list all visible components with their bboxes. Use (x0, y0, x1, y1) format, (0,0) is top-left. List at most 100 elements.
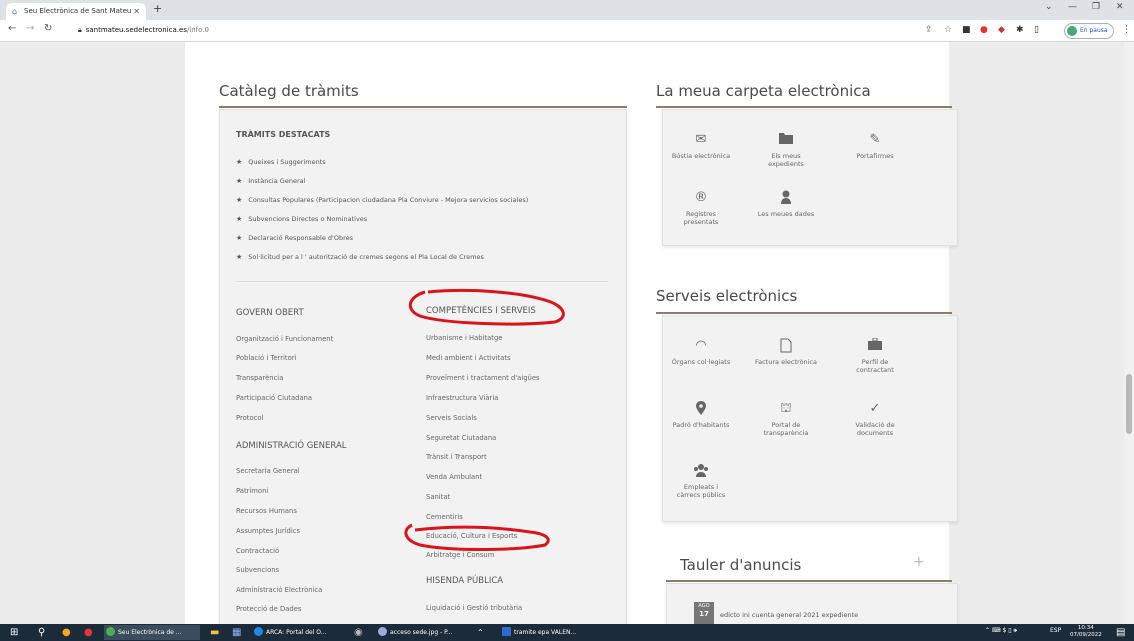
extensions-puzzle-icon[interactable]: ✱ (1016, 24, 1024, 36)
admin-item[interactable]: Secretaria General (236, 467, 300, 475)
admin-item[interactable]: Assumptes Jurídics (236, 527, 300, 535)
service-item-validacio[interactable]: ✓ Validació de documents (839, 401, 911, 437)
board-expand-icon[interactable]: + (913, 554, 925, 570)
browser-tab[interactable]: ⌂ Seu Electrònica de Sant Mateu ✕ (6, 3, 146, 20)
checkmark-icon: ✓ (869, 401, 881, 416)
menu-kebab-icon[interactable]: ⋮ (1122, 24, 1131, 36)
catalog-card: TRÀMITS DESTACATS ★ Queixes i Suggeriment… (219, 109, 627, 624)
taskbar-item-image[interactable]: acceso sede.jpg - P... (376, 625, 468, 640)
featured-item[interactable]: ★ Subvencions Directes o Nominatives (236, 215, 367, 223)
services-card: ◠ Òrgans col·legiats Factura electrònica… (662, 315, 958, 522)
new-tab-button[interactable]: + (153, 2, 162, 15)
service-item-perfil[interactable]: Perfil de contractant (839, 337, 911, 374)
service-item-empleats[interactable]: Empleats i càrrecs públics (665, 463, 737, 499)
competencies-item[interactable]: Urbanisme i Habitatge (426, 334, 502, 342)
service-item-transparencia[interactable]: ⛫ Portal de transparència (741, 401, 831, 437)
govern-item[interactable]: Transparència (236, 374, 283, 382)
taskbar-item-word[interactable]: tramite epa VALEN... (500, 625, 584, 640)
chevron-up-icon[interactable]: ⌃ (477, 626, 484, 639)
folder-item-expedients[interactable]: Els meus expedients (750, 132, 822, 168)
admin-item[interactable]: Administració Electrònica (236, 586, 322, 594)
folder-item-dades[interactable]: Les meues dades (750, 190, 822, 218)
url-field[interactable]: 🔒︎ santmateu.sedelectronica.es/info.0 (78, 23, 918, 38)
admin-item[interactable]: Protecció de Dades (236, 605, 301, 613)
app-icon[interactable]: ◉ (354, 626, 363, 639)
registered-icon: ® (694, 190, 708, 205)
competencies-item[interactable]: Arbitratge i Consum (426, 551, 494, 559)
featured-item[interactable]: ★ Consultas Populares (Participacion ciud… (236, 196, 528, 204)
announcement-link[interactable]: edicto ini cuenta general 2021 expedient… (720, 611, 858, 619)
side-panel-icon[interactable]: ▯ (1034, 24, 1039, 36)
competencies-item[interactable]: Medi ambient i Activitats (426, 354, 511, 362)
lock-icon: 🔒︎ (78, 26, 82, 34)
admin-item[interactable]: Subvencions (236, 566, 279, 574)
taskbar-item-browser[interactable]: Seu Electrònica de ... (104, 625, 200, 640)
board-title-underline (666, 580, 952, 582)
firefox-icon[interactable]: ● (62, 626, 71, 639)
extension-red-icon[interactable]: ● (980, 24, 988, 36)
avatar (1067, 26, 1077, 36)
hisenda-item[interactable]: Liquidació i Gestió tributària (426, 604, 522, 612)
close-tab-icon[interactable]: ✕ (133, 3, 140, 20)
close-window-button[interactable]: ✕ (1116, 2, 1124, 12)
forward-icon[interactable]: → (26, 23, 34, 34)
govern-item[interactable]: Protocol (236, 414, 263, 422)
calculator-icon[interactable]: ▦ (232, 626, 241, 639)
govern-item[interactable]: Organització i Funcionament (236, 335, 333, 343)
back-icon[interactable]: ← (8, 23, 16, 34)
reload-icon[interactable]: ↻ (44, 23, 52, 34)
bookmark-star-icon[interactable]: ☆ (944, 24, 952, 36)
competencies-item[interactable]: Venda Ambulant (426, 473, 482, 481)
competencies-item[interactable]: Educació, Cultura i Esports (426, 532, 517, 540)
extension-shield-icon[interactable]: ◆ (998, 24, 1005, 36)
service-item-organs[interactable]: ◠ Òrgans col·legiats (665, 338, 737, 366)
tab-search-icon[interactable]: ⌄ (1045, 2, 1053, 12)
url-path: /info.0 (186, 26, 209, 34)
admin-item[interactable]: Contractació (236, 547, 279, 555)
folder-card: ✉ Bústia electrònica Els meus expedients… (662, 109, 958, 246)
competencies-item[interactable]: Proveïment i tractament d'aigües (426, 374, 540, 382)
minimize-button[interactable]: — (1068, 2, 1077, 12)
system-tray-icons[interactable]: ⌃ ⌨ $ ▯ 🕪︎ (985, 627, 1017, 635)
competencies-item[interactable]: Sanitat (426, 493, 450, 501)
announcement-date-badge: AGO 17 (694, 602, 714, 624)
language-indicator[interactable]: ESP (1050, 627, 1061, 634)
govern-item[interactable]: Població i Territori (236, 354, 296, 362)
folder-item-registres[interactable]: ® Registres presentats (665, 190, 737, 226)
search-icon[interactable]: ⚲ (38, 626, 45, 639)
file-explorer-icon[interactable]: ▬ (210, 626, 219, 639)
admin-item[interactable]: Recursos Humans (236, 507, 297, 515)
competencies-item[interactable]: Cementiris (426, 513, 463, 521)
tab-title: Seu Electrònica de Sant Mateu (24, 7, 132, 15)
extension-icon[interactable]: ■ (962, 24, 971, 36)
service-item-factura[interactable]: Factura electrònica (741, 338, 831, 366)
page-content: Catàleg de tràmits TRÀMITS DESTACATS ★ Qu… (185, 42, 958, 624)
page-scrollbar[interactable] (1124, 42, 1134, 624)
featured-item[interactable]: ★ Queixes i Suggeriments (236, 158, 326, 166)
admin-item[interactable]: Patrimoni (236, 487, 268, 495)
restore-button[interactable]: ❐ (1092, 2, 1100, 12)
competencies-item[interactable]: Seguretat Ciutadana (426, 434, 496, 442)
folder-title: La meua carpeta electrònica (656, 82, 871, 100)
share-icon[interactable]: ⇪ (925, 24, 933, 36)
service-item-padro[interactable]: Padró d'habitants (665, 401, 737, 429)
notifications-icon[interactable]: ▤ (1116, 626, 1125, 639)
opera-icon[interactable]: ● (84, 626, 93, 639)
scrollbar-thumb[interactable] (1126, 374, 1132, 434)
star-icon: ★ (236, 196, 243, 204)
featured-item[interactable]: ★ Sol·licitud per a l ' autorització de c… (236, 253, 484, 261)
taskbar-item-arca[interactable]: ARCA: Portal del O... (252, 625, 344, 640)
profile-button[interactable]: En pausa (1064, 23, 1114, 39)
competencies-item[interactable]: Infraestructura Viària (426, 394, 498, 402)
folder-item-portafirmes[interactable]: ✎ Portafirmes (839, 132, 911, 160)
competencies-item[interactable]: Trànsit i Transport (426, 453, 487, 461)
os-taskbar: ⊞ ⚲ ● ● Seu Electrònica de ... ▬ ▦ ARCA:… (0, 624, 1134, 641)
competencies-item[interactable]: Serveis Socials (426, 414, 477, 422)
folder-item-bustia[interactable]: ✉ Bústia electrònica (665, 132, 737, 160)
govern-item[interactable]: Participació Ciutadana (236, 394, 312, 402)
windows-start-icon[interactable]: ⊞ (10, 626, 18, 639)
govern-obert-heading: GOVERN OBERT (236, 308, 304, 318)
system-clock[interactable]: 10:34 07/09/2022 (1070, 625, 1102, 639)
featured-item[interactable]: ★ Instància General (236, 177, 305, 185)
featured-item[interactable]: ★ Declaració Responsable d'Obres (236, 234, 353, 242)
